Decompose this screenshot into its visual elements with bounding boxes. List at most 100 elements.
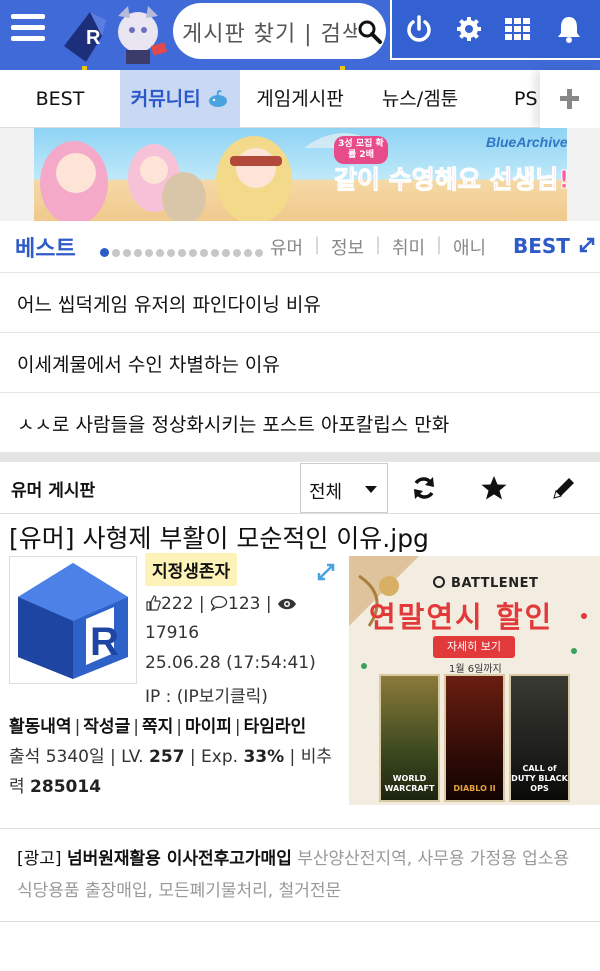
exp-value: 33% xyxy=(243,747,285,767)
banner-logo: BlueArchive xyxy=(486,134,567,150)
refresh-icon[interactable] xyxy=(410,474,438,502)
best-list-item[interactable]: 어느 씹덕게임 유저의 파인다이닝 비유 xyxy=(0,272,600,332)
menu-icon[interactable] xyxy=(11,14,45,44)
site-logo[interactable]: R xyxy=(56,2,176,68)
best-list-item[interactable]: ㅅㅅ로 사람들을 정상화시키는 포스트 아포칼립스 만화 xyxy=(0,392,600,452)
pager-dot[interactable] xyxy=(178,249,186,257)
pager-dot[interactable] xyxy=(112,249,120,257)
best-title: 베스트 xyxy=(15,237,76,262)
bell-icon[interactable] xyxy=(554,14,584,44)
battlenet-ad[interactable]: BATTLENET 연말연시 할인 자세히 보기 1월 6일까지 WORLD W… xyxy=(349,556,600,805)
battlenet-icon xyxy=(432,575,446,593)
eye-icon xyxy=(277,596,297,616)
post-counts: 222 | 123 | xyxy=(145,594,297,616)
top-header: R 게시판 찾기 | 검색 xyxy=(0,0,600,70)
link-message[interactable]: 쪽지 xyxy=(142,717,173,737)
pager-dot[interactable] xyxy=(255,249,263,257)
tab-news-webtoon[interactable]: 뉴스/겜툰 xyxy=(360,70,480,128)
board-search-input[interactable]: 게시판 찾기 | 검색 xyxy=(173,3,386,59)
ad-brand: BATTLENET xyxy=(432,575,538,593)
star-icon[interactable] xyxy=(480,474,508,502)
search-placeholder: 게시판 찾기 | 검색 xyxy=(182,22,364,47)
filter-value: 전체 xyxy=(309,482,343,503)
game-label: DIABLO II xyxy=(453,784,496,793)
pager-dot[interactable] xyxy=(244,249,252,257)
section-divider xyxy=(0,452,600,462)
pager-dot[interactable] xyxy=(145,249,153,257)
author-nickname[interactable]: 지정생존자 xyxy=(145,553,238,586)
user-links: 활동내역 | 작성글 | 쪽지 | 마이피 | 타임라인 xyxy=(9,717,307,737)
board-name[interactable]: 유머 게시판 xyxy=(11,476,95,501)
link-mypi[interactable]: 마이피 xyxy=(185,717,232,737)
best-category-hobby[interactable]: 취미 xyxy=(392,234,425,260)
ratio-value: 285014 xyxy=(30,777,102,797)
ad-date: 1월 6일까지 xyxy=(449,664,502,675)
pager-dot[interactable] xyxy=(189,249,197,257)
tab-label: 커뮤니티 xyxy=(130,88,201,110)
divider: | xyxy=(436,234,443,255)
tab-label: BEST xyxy=(35,88,85,110)
attendance-label: 출석 xyxy=(9,747,41,767)
post-datetime: 25.06.28 (17:54:41) xyxy=(145,653,316,673)
tab-label: 게임게시판 xyxy=(256,88,344,110)
banner-headline: 같이 수영해요 선생님! xyxy=(334,165,567,195)
thumbs-up-icon xyxy=(145,595,161,616)
svg-text:R: R xyxy=(86,27,101,49)
caret-down-icon xyxy=(365,486,377,493)
gear-icon[interactable] xyxy=(454,14,484,44)
text-ad[interactable]: [광고] 넘버원재활용 이사전후고가매입 부산양산전지역, 사무용 가정용 업소… xyxy=(0,828,600,922)
best-more-link[interactable]: BEST xyxy=(513,234,597,260)
best-header: 베스트 유머 | 정보 | 취미 | 애니 BEST xyxy=(0,222,600,272)
tab-best[interactable]: BEST xyxy=(0,70,120,128)
post-filter-select[interactable]: 전체 xyxy=(300,463,388,513)
tab-game-boards[interactable]: 게임게시판 xyxy=(240,70,360,128)
author-avatar[interactable]: R xyxy=(9,556,137,684)
apps-grid-icon[interactable] xyxy=(503,14,533,44)
search-icon[interactable] xyxy=(357,19,383,45)
pager-dot[interactable] xyxy=(167,249,175,257)
tab-community[interactable]: 커뮤니티 xyxy=(120,70,240,128)
user-stats-cont: 력 285014 xyxy=(9,777,102,797)
attendance-value: 5340일 xyxy=(45,747,105,767)
best-pager[interactable] xyxy=(100,242,266,257)
ip-link[interactable]: IP : (IP보기클릭) xyxy=(145,682,268,707)
divider: | xyxy=(314,234,321,255)
link-activity[interactable]: 활동내역 xyxy=(9,717,72,737)
whale-icon xyxy=(207,73,229,131)
tab-label: PS xyxy=(514,88,538,110)
ad-details-button[interactable]: 자세히 보기 xyxy=(433,636,515,658)
event-banner[interactable]: 3성 모집 확률 2배 BlueArchive 같이 수영해요 선생님! xyxy=(34,128,567,221)
divider: | xyxy=(375,234,382,255)
expand-icon[interactable] xyxy=(316,562,336,582)
tab-label: 뉴스/겜툰 xyxy=(381,88,459,110)
best-item-title: 이세계물에서 수인 차별하는 이유 xyxy=(17,354,280,376)
svg-text:R: R xyxy=(90,620,119,664)
best-category-humor[interactable]: 유머 xyxy=(270,234,303,260)
user-stats: 출석 5340일 | LV. 257 | Exp. 33% | 비추 xyxy=(9,747,332,767)
link-timeline[interactable]: 타임라인 xyxy=(244,717,307,737)
pager-dot[interactable] xyxy=(222,249,230,257)
pencil-icon[interactable] xyxy=(550,474,578,502)
best-item-title: 어느 씹덕게임 유저의 파인다이닝 비유 xyxy=(17,294,321,316)
game-card-cod: CALL of DUTY BLACK OPS xyxy=(509,674,570,802)
pager-dot[interactable] xyxy=(123,249,131,257)
pager-dot[interactable] xyxy=(100,248,109,257)
pager-dot[interactable] xyxy=(233,249,241,257)
power-icon[interactable] xyxy=(404,14,434,44)
view-count: 17916 xyxy=(145,623,200,643)
header-actions xyxy=(390,0,600,60)
ad-title: 넘버원재활용 이사전후고가매입 xyxy=(66,849,292,869)
link-posts[interactable]: 작성글 xyxy=(83,717,130,737)
text-ad-body: [광고] 넘버원재활용 이사전후고가매입 부산양산전지역, 사무용 가정용 업소… xyxy=(17,843,589,907)
add-tab-button[interactable] xyxy=(540,70,600,128)
pager-dot[interactable] xyxy=(134,249,142,257)
best-category-info[interactable]: 정보 xyxy=(331,234,364,260)
post-title[interactable]: [유머] 사형제 부활이 모순적인 이유.jpg xyxy=(9,519,429,555)
game-label: WORLD WARCRAFT xyxy=(384,774,435,793)
pager-dot[interactable] xyxy=(156,249,164,257)
best-category-anime[interactable]: 애니 xyxy=(453,234,486,260)
best-list-item[interactable]: 이세계물에서 수인 차별하는 이유 xyxy=(0,332,600,392)
pager-dot[interactable] xyxy=(200,249,208,257)
category-tabs: BEST 커뮤니티 게임게시판 뉴스/겜툰 PS xyxy=(0,70,600,128)
pager-dot[interactable] xyxy=(211,249,219,257)
